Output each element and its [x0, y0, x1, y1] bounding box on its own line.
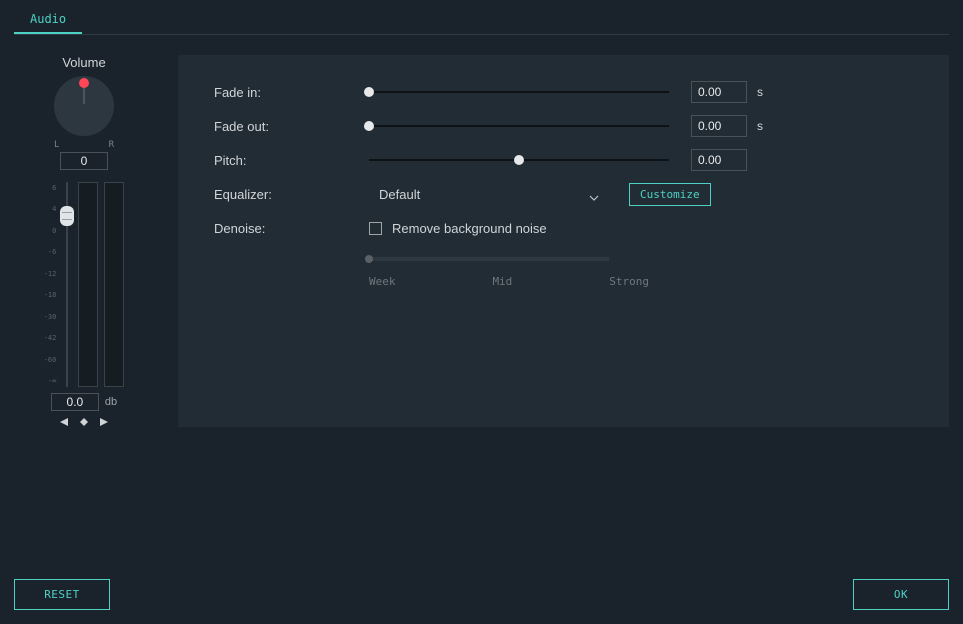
volume-title: Volume: [62, 55, 105, 70]
fade-in-value-input[interactable]: 0.00: [691, 81, 747, 103]
equalizer-label: Equalizer:: [214, 187, 369, 202]
denoise-checkbox-label: Remove background noise: [392, 221, 547, 236]
customize-button[interactable]: Customize: [629, 183, 711, 206]
denoise-weak-label: Week: [369, 275, 396, 288]
pitch-slider-thumb[interactable]: [514, 155, 524, 165]
next-keyframe-button[interactable]: [99, 417, 109, 427]
denoise-label: Denoise:: [214, 221, 369, 236]
chevron-down-icon: [589, 189, 599, 199]
volume-fader[interactable]: [62, 182, 72, 387]
parameters-panel: Fade in: 0.00 s Fade out: 0.00 s Pitch:: [178, 55, 949, 427]
fade-out-slider[interactable]: [369, 118, 669, 134]
equalizer-select[interactable]: Default: [369, 181, 609, 207]
fade-in-slider-thumb[interactable]: [364, 87, 374, 97]
pan-right-label: R: [109, 140, 114, 150]
level-meter-right: [104, 182, 124, 387]
pan-knob[interactable]: [54, 76, 114, 136]
fade-in-unit: s: [757, 85, 763, 99]
fade-in-slider[interactable]: [369, 84, 669, 100]
reset-button[interactable]: RESET: [14, 579, 110, 610]
volume-panel: Volume L R 0 6 4 0 -6 -12 -18 -30 -42 -6…: [14, 55, 154, 427]
denoise-checkbox[interactable]: [369, 222, 382, 235]
denoise-strong-label: Strong: [609, 275, 649, 288]
volume-fader-thumb[interactable]: [60, 206, 74, 226]
pitch-value-input[interactable]: 0.00: [691, 149, 747, 171]
level-meter-left: [78, 182, 98, 387]
db-unit-label: db: [105, 396, 117, 408]
fade-out-label: Fade out:: [214, 119, 369, 134]
denoise-mid-label: Mid: [492, 275, 512, 288]
add-keyframe-button[interactable]: [79, 417, 89, 427]
pan-value-input[interactable]: 0: [60, 152, 108, 170]
fade-out-slider-thumb[interactable]: [364, 121, 374, 131]
denoise-slider-thumb[interactable]: [365, 255, 373, 263]
pan-left-label: L: [54, 140, 59, 150]
pitch-slider[interactable]: [369, 152, 669, 168]
equalizer-selected-value: Default: [379, 187, 420, 202]
denoise-strength-slider[interactable]: [369, 257, 609, 261]
fade-out-unit: s: [757, 119, 763, 133]
ok-button[interactable]: OK: [853, 579, 949, 610]
tab-audio[interactable]: Audio: [14, 8, 82, 34]
fade-out-value-input[interactable]: 0.00: [691, 115, 747, 137]
pitch-label: Pitch:: [214, 153, 369, 168]
prev-keyframe-button[interactable]: [59, 417, 69, 427]
fade-in-label: Fade in:: [214, 85, 369, 100]
volume-db-input[interactable]: 0.0: [51, 393, 99, 411]
meter-scale: 6 4 0 -6 -12 -18 -30 -42 -60 -∞: [44, 182, 57, 387]
